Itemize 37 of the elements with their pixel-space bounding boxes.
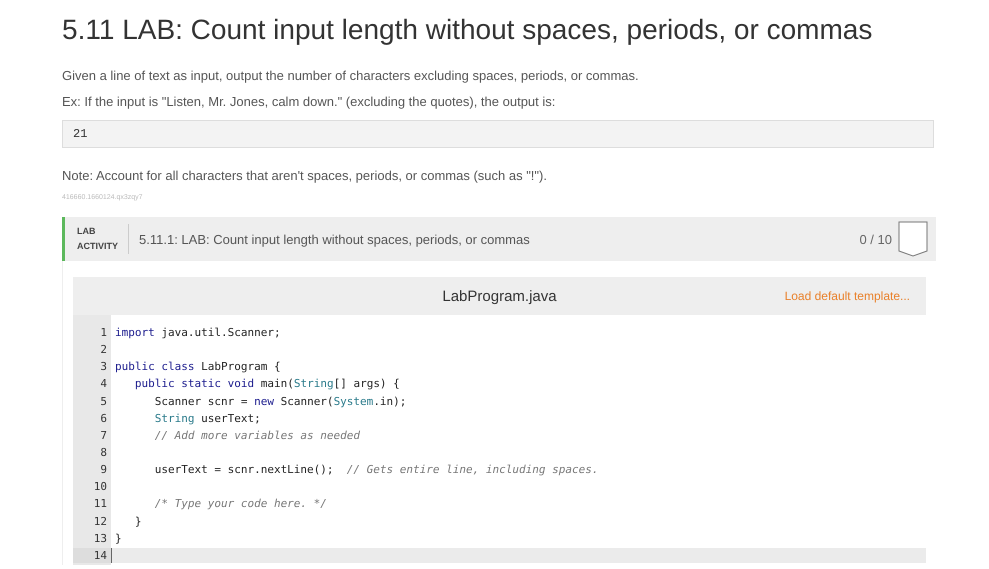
bookmark-icon: [898, 221, 928, 257]
line-number: 11: [92, 496, 108, 512]
file-name: LabProgram.java: [442, 288, 557, 304]
line-number: 3: [99, 359, 108, 375]
line-number: 9: [99, 462, 108, 478]
line-number: 2: [99, 342, 108, 358]
line-number: 6: [99, 410, 108, 426]
load-template-link[interactable]: Load default template...: [784, 289, 910, 303]
score-text: 0 / 10: [859, 232, 892, 246]
line-number: 5: [99, 394, 108, 410]
code-line: import java.util.Scanner;: [114, 325, 282, 340]
instruction-text: Given a line of text as input, output the number of characters excluding spaces, periods, or commas.: [62, 68, 640, 83]
page-title: 5.11 LAB: Count input length without spaces, periods, or commas: [62, 14, 874, 46]
code-editor[interactable]: [73, 315, 926, 565]
code-line: public static void main(String[] args) {: [134, 376, 401, 392]
activity-label: ACTIVITY: [77, 240, 118, 253]
line-number: 1: [99, 325, 108, 340]
line-number: 14: [73, 548, 111, 564]
code-line: public class LabProgram {: [114, 359, 282, 375]
output-example: 21: [62, 120, 934, 148]
code-line: userText = scnr.nextLine(); // Gets entire line, including spaces.: [154, 462, 600, 478]
line-number: 4: [99, 376, 108, 392]
note-text: Note: Account for all characters that aren't spaces, periods, or commas (such as "!").: [62, 168, 548, 183]
code-line: String userText;: [154, 410, 262, 426]
code-line: /* Type your code here. */: [154, 496, 328, 512]
code-line: // Add more variables as needed: [154, 428, 362, 444]
code-line: Scanner scnr = new Scanner(System.in);: [154, 394, 408, 410]
line-number: 8: [99, 444, 108, 460]
line-number: 7: [99, 428, 108, 444]
lab-label: LAB: [77, 225, 96, 238]
line-number: 13: [92, 530, 108, 546]
code-line: }: [114, 530, 123, 546]
line-number: 12: [92, 514, 108, 530]
instruction-text: Ex: If the input is "Listen, Mr. Jones, calm down." (excluding the quotes), the output is:: [62, 94, 556, 109]
line-number: 10: [92, 479, 108, 495]
code-line: }: [134, 514, 142, 530]
lab-title: 5.11.1: LAB: Count input length without spaces, periods, or commas: [139, 232, 531, 246]
